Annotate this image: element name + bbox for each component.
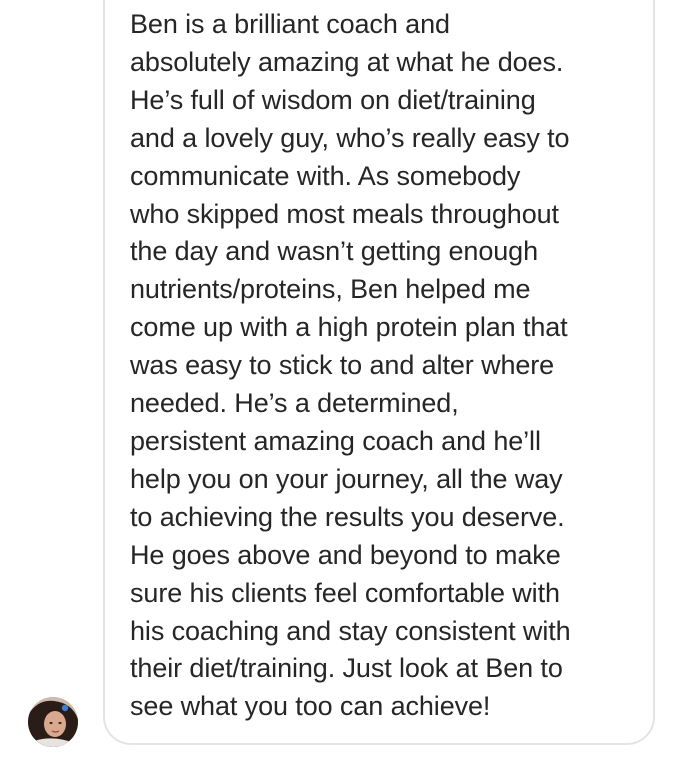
message-line: see what you too can achieve! [130,691,491,722]
message-line: He’s full of wisdom on diet/training [130,84,536,115]
message-line: come up with a high protein plan that [130,312,568,343]
message-line: He goes above and beyond to make [130,539,561,570]
message-line: help you on your journey, all the way [130,463,563,494]
message-line: sure his clients feel comfortable with [130,577,560,608]
message-line: who skipped most meals throughout [130,198,559,229]
message-line: their diet/training. Just look at Ben to [130,653,563,684]
sender-avatar[interactable] [28,697,78,747]
message-line: absolutely amazing at what he does. [130,46,564,77]
profile-photo-avatar-icon [28,697,78,747]
message-line: needed. He’s a determined, [130,388,459,419]
message-line: and a lovely guy, who’s really easy to [130,122,570,153]
message-thread: Ben is a brilliant coach and absolutely … [0,0,689,757]
message-line: was easy to stick to and alter where [130,350,555,381]
message-line: communicate with. As somebody [130,160,521,191]
message-line: persistent amazing coach and he’ll [130,425,541,456]
message-line: the day and wasn’t getting enough [130,236,539,267]
message-line: his coaching and stay consistent with [130,615,571,646]
message-line: to achieving the results you deserve. [130,501,565,532]
message-line: Ben is a brilliant coach and [130,9,450,39]
message-text: Ben is a brilliant coach and absolutely … [130,6,650,726]
message-line: nutrients/proteins, Ben helped me [130,274,531,305]
